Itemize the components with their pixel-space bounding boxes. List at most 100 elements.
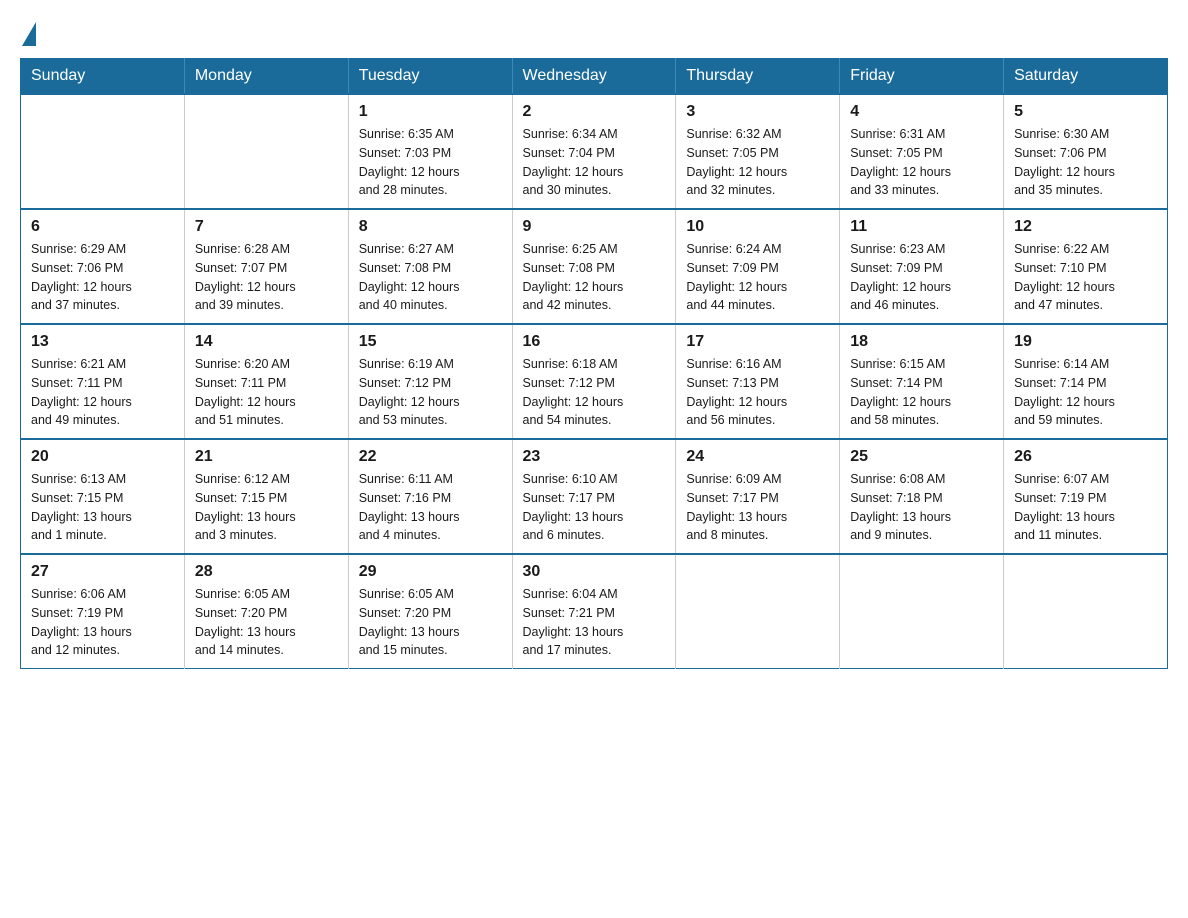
- day-info: Sunrise: 6:29 AMSunset: 7:06 PMDaylight:…: [31, 240, 174, 315]
- day-info: Sunrise: 6:05 AMSunset: 7:20 PMDaylight:…: [359, 585, 502, 660]
- calendar-cell: 12 Sunrise: 6:22 AMSunset: 7:10 PMDayligh…: [1004, 209, 1168, 324]
- calendar-cell: 25 Sunrise: 6:08 AMSunset: 7:18 PMDayligh…: [840, 439, 1004, 554]
- calendar-week-row: 6 Sunrise: 6:29 AMSunset: 7:06 PMDaylight…: [21, 209, 1168, 324]
- calendar-cell: 13 Sunrise: 6:21 AMSunset: 7:11 PMDayligh…: [21, 324, 185, 439]
- day-number: 24: [686, 448, 829, 466]
- weekday-header-sunday: Sunday: [21, 59, 185, 95]
- day-info: Sunrise: 6:18 AMSunset: 7:12 PMDaylight:…: [523, 355, 666, 430]
- day-info: Sunrise: 6:31 AMSunset: 7:05 PMDaylight:…: [850, 125, 993, 200]
- day-info: Sunrise: 6:06 AMSunset: 7:19 PMDaylight:…: [31, 585, 174, 660]
- day-info: Sunrise: 6:13 AMSunset: 7:15 PMDaylight:…: [31, 470, 174, 545]
- day-info: Sunrise: 6:20 AMSunset: 7:11 PMDaylight:…: [195, 355, 338, 430]
- day-info: Sunrise: 6:16 AMSunset: 7:13 PMDaylight:…: [686, 355, 829, 430]
- day-number: 25: [850, 448, 993, 466]
- calendar-cell: 4 Sunrise: 6:31 AMSunset: 7:05 PMDaylight…: [840, 94, 1004, 209]
- weekday-header-friday: Friday: [840, 59, 1004, 95]
- calendar-cell: 24 Sunrise: 6:09 AMSunset: 7:17 PMDayligh…: [676, 439, 840, 554]
- day-info: Sunrise: 6:23 AMSunset: 7:09 PMDaylight:…: [850, 240, 993, 315]
- day-info: Sunrise: 6:07 AMSunset: 7:19 PMDaylight:…: [1014, 470, 1157, 545]
- page-header: [20, 20, 1168, 38]
- day-number: 8: [359, 218, 502, 236]
- calendar-week-row: 27 Sunrise: 6:06 AMSunset: 7:19 PMDayligh…: [21, 554, 1168, 669]
- day-info: Sunrise: 6:30 AMSunset: 7:06 PMDaylight:…: [1014, 125, 1157, 200]
- calendar-cell: 3Sunrise: 6:32 AMSunset: 7:05 PMDaylight…: [676, 94, 840, 209]
- day-number: 28: [195, 563, 338, 581]
- calendar-cell: 30Sunrise: 6:04 AMSunset: 7:21 PMDayligh…: [512, 554, 676, 669]
- day-number: 21: [195, 448, 338, 466]
- weekday-header-tuesday: Tuesday: [348, 59, 512, 95]
- day-number: 10: [686, 218, 829, 236]
- day-info: Sunrise: 6:24 AMSunset: 7:09 PMDaylight:…: [686, 240, 829, 315]
- day-info: Sunrise: 6:12 AMSunset: 7:15 PMDaylight:…: [195, 470, 338, 545]
- calendar-week-row: 20 Sunrise: 6:13 AMSunset: 7:15 PMDayligh…: [21, 439, 1168, 554]
- calendar-cell: [840, 554, 1004, 669]
- day-info: Sunrise: 6:21 AMSunset: 7:11 PMDaylight:…: [31, 355, 174, 430]
- calendar-week-row: 13 Sunrise: 6:21 AMSunset: 7:11 PMDayligh…: [21, 324, 1168, 439]
- calendar-cell: 26Sunrise: 6:07 AMSunset: 7:19 PMDayligh…: [1004, 439, 1168, 554]
- day-info: Sunrise: 6:28 AMSunset: 7:07 PMDaylight:…: [195, 240, 338, 315]
- calendar-cell: [184, 94, 348, 209]
- day-info: Sunrise: 6:19 AMSunset: 7:12 PMDaylight:…: [359, 355, 502, 430]
- day-info: Sunrise: 6:25 AMSunset: 7:08 PMDaylight:…: [523, 240, 666, 315]
- day-number: 12: [1014, 218, 1157, 236]
- calendar-cell: 5 Sunrise: 6:30 AMSunset: 7:06 PMDaylight…: [1004, 94, 1168, 209]
- day-info: Sunrise: 6:35 AMSunset: 7:03 PMDaylight:…: [359, 125, 502, 200]
- calendar-cell: 16 Sunrise: 6:18 AMSunset: 7:12 PMDayligh…: [512, 324, 676, 439]
- day-info: Sunrise: 6:11 AMSunset: 7:16 PMDaylight:…: [359, 470, 502, 545]
- day-info: Sunrise: 6:32 AMSunset: 7:05 PMDaylight:…: [686, 125, 829, 200]
- calendar-cell: 9 Sunrise: 6:25 AMSunset: 7:08 PMDaylight…: [512, 209, 676, 324]
- calendar-cell: 19 Sunrise: 6:14 AMSunset: 7:14 PMDayligh…: [1004, 324, 1168, 439]
- weekday-header-saturday: Saturday: [1004, 59, 1168, 95]
- day-info: Sunrise: 6:15 AMSunset: 7:14 PMDaylight:…: [850, 355, 993, 430]
- calendar-cell: 6 Sunrise: 6:29 AMSunset: 7:06 PMDaylight…: [21, 209, 185, 324]
- day-number: 27: [31, 563, 174, 581]
- day-number: 19: [1014, 333, 1157, 351]
- day-number: 23: [523, 448, 666, 466]
- day-number: 30: [523, 563, 666, 581]
- calendar-cell: 27 Sunrise: 6:06 AMSunset: 7:19 PMDayligh…: [21, 554, 185, 669]
- day-number: 20: [31, 448, 174, 466]
- day-number: 13: [31, 333, 174, 351]
- calendar-cell: 2 Sunrise: 6:34 AMSunset: 7:04 PMDaylight…: [512, 94, 676, 209]
- calendar-cell: 18 Sunrise: 6:15 AMSunset: 7:14 PMDayligh…: [840, 324, 1004, 439]
- calendar-cell: 23Sunrise: 6:10 AMSunset: 7:17 PMDayligh…: [512, 439, 676, 554]
- calendar-cell: 10 Sunrise: 6:24 AMSunset: 7:09 PMDayligh…: [676, 209, 840, 324]
- day-number: 14: [195, 333, 338, 351]
- day-info: Sunrise: 6:22 AMSunset: 7:10 PMDaylight:…: [1014, 240, 1157, 315]
- weekday-header-wednesday: Wednesday: [512, 59, 676, 95]
- calendar-cell: 21 Sunrise: 6:12 AMSunset: 7:15 PMDayligh…: [184, 439, 348, 554]
- weekday-header-monday: Monday: [184, 59, 348, 95]
- calendar-cell: 7 Sunrise: 6:28 AMSunset: 7:07 PMDaylight…: [184, 209, 348, 324]
- day-number: 17: [686, 333, 829, 351]
- calendar-cell: 8 Sunrise: 6:27 AMSunset: 7:08 PMDaylight…: [348, 209, 512, 324]
- calendar-cell: 15 Sunrise: 6:19 AMSunset: 7:12 PMDayligh…: [348, 324, 512, 439]
- day-number: 6: [31, 218, 174, 236]
- day-number: 15: [359, 333, 502, 351]
- day-number: 4: [850, 103, 993, 121]
- calendar-cell: 14 Sunrise: 6:20 AMSunset: 7:11 PMDayligh…: [184, 324, 348, 439]
- day-info: Sunrise: 6:09 AMSunset: 7:17 PMDaylight:…: [686, 470, 829, 545]
- day-number: 5: [1014, 103, 1157, 121]
- calendar-cell: 22Sunrise: 6:11 AMSunset: 7:16 PMDayligh…: [348, 439, 512, 554]
- calendar-cell: 28 Sunrise: 6:05 AMSunset: 7:20 PMDayligh…: [184, 554, 348, 669]
- day-info: Sunrise: 6:34 AMSunset: 7:04 PMDaylight:…: [523, 125, 666, 200]
- day-number: 29: [359, 563, 502, 581]
- day-number: 16: [523, 333, 666, 351]
- logo-triangle-icon: [22, 22, 36, 46]
- day-number: 9: [523, 218, 666, 236]
- day-info: Sunrise: 6:08 AMSunset: 7:18 PMDaylight:…: [850, 470, 993, 545]
- day-number: 2: [523, 103, 666, 121]
- calendar-cell: 1 Sunrise: 6:35 AMSunset: 7:03 PMDaylight…: [348, 94, 512, 209]
- calendar-cell: 20 Sunrise: 6:13 AMSunset: 7:15 PMDayligh…: [21, 439, 185, 554]
- logo: [20, 20, 36, 38]
- day-info: Sunrise: 6:14 AMSunset: 7:14 PMDaylight:…: [1014, 355, 1157, 430]
- calendar-cell: [1004, 554, 1168, 669]
- day-number: 1: [359, 103, 502, 121]
- calendar-cell: 17 Sunrise: 6:16 AMSunset: 7:13 PMDayligh…: [676, 324, 840, 439]
- day-info: Sunrise: 6:27 AMSunset: 7:08 PMDaylight:…: [359, 240, 502, 315]
- day-number: 7: [195, 218, 338, 236]
- weekday-header-thursday: Thursday: [676, 59, 840, 95]
- day-info: Sunrise: 6:05 AMSunset: 7:20 PMDaylight:…: [195, 585, 338, 660]
- calendar-cell: 29 Sunrise: 6:05 AMSunset: 7:20 PMDayligh…: [348, 554, 512, 669]
- day-number: 18: [850, 333, 993, 351]
